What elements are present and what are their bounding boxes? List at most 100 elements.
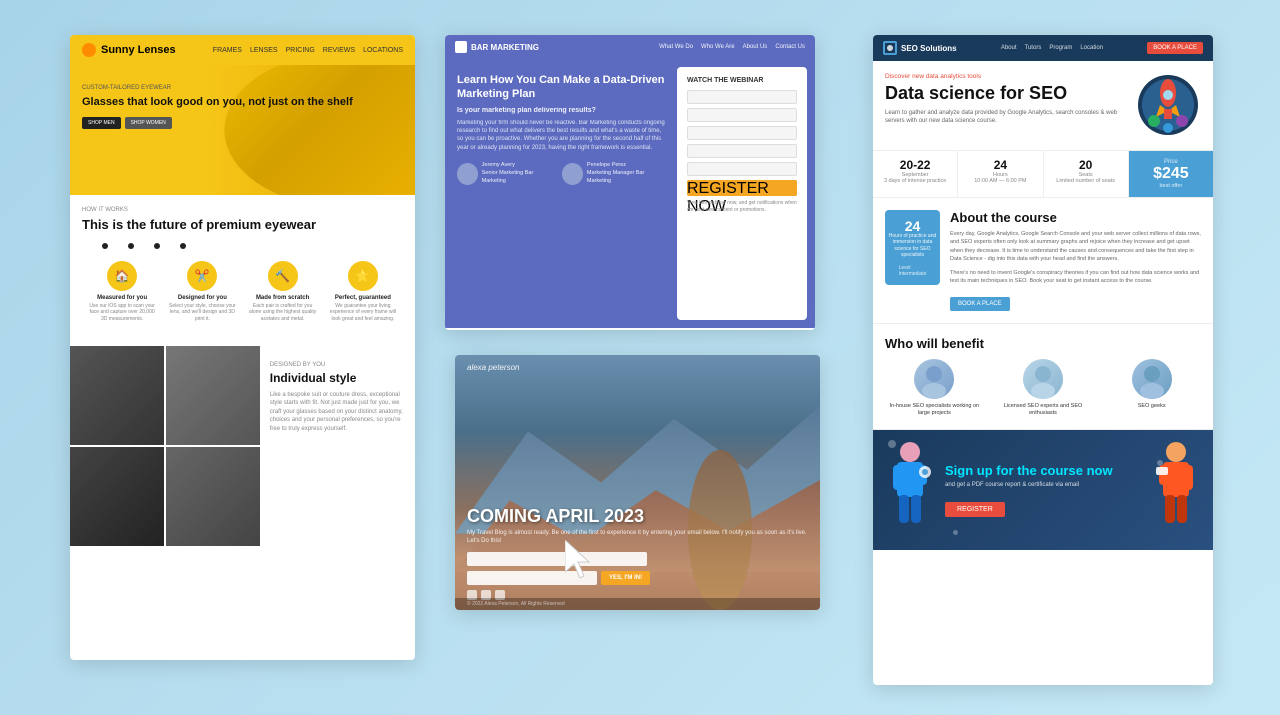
sunny-step-dots: [82, 243, 403, 249]
sunny-dot-2: [128, 243, 134, 249]
sunny-style-desc: Like a bespoke suit or couture dress, ex…: [270, 391, 405, 433]
seo-hero-headline: Data science for SEO: [885, 84, 1126, 104]
bar-marketing-panel: BAR MARKETING What We Do Who We Are Abou…: [445, 35, 815, 330]
seo-benefit-item-3: SEO geeks: [1102, 359, 1201, 417]
seo-benefit-avatar-2: [1023, 359, 1063, 399]
sunny-logo-text: Sunny Lenses: [101, 44, 176, 56]
seo-stat-dates-num: 20-22: [881, 159, 949, 172]
sunny-feature-title-1: Measured for you: [86, 295, 158, 301]
sunny-feature-1: 🏠 Measured for you Use our iOS app to sc…: [86, 261, 158, 323]
shop-men-button[interactable]: SHOP MEN: [82, 117, 121, 129]
sunny-nav-reviews[interactable]: REVIEWS: [323, 47, 355, 54]
seo-stat-dates-sub: 3 days of intense practice: [881, 178, 949, 184]
bar-nav-what[interactable]: What We Do: [659, 44, 693, 50]
sunny-feature-icon-4: ⭐: [348, 261, 378, 291]
sunny-dot-1: [102, 243, 108, 249]
seo-benefit-headline: Who will benefit: [885, 336, 1201, 351]
bar-nav-about[interactable]: About Us: [743, 44, 768, 50]
bar-headline: Learn How You Can Make a Data-Driven Mar…: [457, 73, 665, 102]
sunny-feature-4: ⭐ Perfect, guaranteed We guarantee your …: [327, 261, 399, 323]
seo-hero-text: Discover new data analytics tools Data s…: [885, 73, 1126, 126]
sunny-style-tag: DESIGNED BY YOU: [270, 362, 405, 368]
shop-women-button[interactable]: SHOP WOMEN: [125, 117, 172, 129]
sunny-feature-2: ✂️ Designed for you Select your style, c…: [166, 261, 238, 323]
seo-stat-seats-sub: Limited number of seats: [1052, 178, 1120, 184]
bar-input-industry[interactable]: [687, 162, 797, 176]
seo-benefit-label-2: Licensed SEO experts and SEO enthusiasts: [994, 403, 1093, 417]
rocket-icon: [1136, 73, 1201, 138]
bar-left-content: Learn How You Can Make a Data-Driven Mar…: [445, 59, 677, 328]
seo-signup-subtitle: and get a PDF course report & certificat…: [945, 482, 1141, 490]
seo-course-level-value: Intermediate: [899, 271, 927, 277]
bar-presenter-1: Jeremy Avery Senior Marketing Bar Market…: [457, 162, 554, 185]
seo-signup-text: Sign up for the course now and get a PDF…: [945, 463, 1141, 517]
sunny-feature-title-2: Designed for you: [166, 295, 238, 301]
travel-author-name: alexa peterson: [467, 363, 519, 372]
seo-dot-2: [953, 530, 958, 535]
seo-stat-seats: 20 Seats Limited number of seats: [1044, 151, 1129, 197]
seo-benefit-label-3: SEO geeks: [1102, 403, 1201, 410]
sunny-nav-locations[interactable]: LOCATIONS: [363, 47, 403, 54]
seo-solutions-panel: SEO Solutions About Tutors Program Locat…: [873, 35, 1213, 685]
bar-presenter-2: Penelope Perez Marketing Manager Bar Mar…: [562, 162, 665, 185]
sunny-nav-pricing[interactable]: PRICING: [286, 47, 315, 54]
bar-input-company[interactable]: [687, 126, 797, 140]
seo-nav-location[interactable]: Location: [1080, 45, 1103, 51]
sunny-feature-icon-3: 🔨: [268, 261, 298, 291]
travel-submit-button[interactable]: YES, I'M IN!: [601, 571, 650, 585]
sunny-nav-frames[interactable]: FRAMES: [213, 47, 242, 54]
seo-book-place-button[interactable]: BOOK A PLACE: [950, 297, 1010, 311]
bar-form-note: View this webinar now, and get notificat…: [687, 200, 797, 213]
sunny-photo-1: [70, 346, 164, 445]
bar-input-email[interactable]: [687, 108, 797, 122]
seo-benefit-avatar-1: [914, 359, 954, 399]
seo-nav-program[interactable]: Program: [1049, 45, 1072, 51]
seo-benefit-label-1: In-house SEO specialists working on larg…: [885, 403, 984, 417]
sunny-style-section: DESIGNED BY YOU Individual style Like a …: [70, 346, 415, 546]
cursor-arrow-icon: [565, 540, 593, 578]
sunny-header: Sunny Lenses FRAMES LENSES PRICING REVIE…: [70, 35, 415, 65]
seo-discover-tag: Discover new data analytics tools: [885, 73, 1126, 80]
sunny-logo: Sunny Lenses: [82, 43, 176, 57]
bar-register-button[interactable]: REGISTER NOW: [687, 180, 797, 196]
bar-subtitle: Is your marketing plan delivering result…: [457, 107, 665, 114]
travel-subtitle: My Travel Blog is almost ready. Be one o…: [467, 530, 808, 546]
bar-input-jobtitle[interactable]: [687, 144, 797, 158]
travel-background: alexa peterson COMING APRIL 2023 My Trav…: [455, 355, 820, 610]
bar-input-name[interactable]: [687, 90, 797, 104]
travel-name-input[interactable]: [467, 552, 647, 566]
seo-nav-about[interactable]: About: [1001, 45, 1017, 51]
sunny-nav-lenses[interactable]: LENSES: [250, 47, 278, 54]
seo-nav-tutors[interactable]: Tutors: [1025, 45, 1042, 51]
sunny-feature-desc-4: We guarantee your living experience of e…: [327, 303, 399, 323]
bar-body-text: Marketing your firm should never be reac…: [457, 119, 665, 153]
seo-signup-section: Sign up for the course now and get a PDF…: [873, 430, 1213, 550]
seo-course-level: Level Intermediate: [899, 265, 927, 277]
seo-logo-icon: [883, 41, 897, 55]
bar-nav-who[interactable]: Who We Are: [701, 44, 735, 50]
sunny-style-text: DESIGNED BY YOU Individual style Like a …: [260, 346, 415, 546]
sunny-photo-4: [166, 447, 260, 546]
seo-book-button[interactable]: BOOK A PLACE: [1147, 42, 1203, 54]
sunny-section-headline: This is the future of premium eyewear: [82, 217, 403, 233]
bar-presenter-name-2: Penelope Perez: [587, 162, 665, 170]
seo-benefit-section: Who will benefit In-house SEO specialist…: [873, 324, 1213, 430]
bar-header: BAR MARKETING What We Do Who We Are Abou…: [445, 35, 815, 59]
seo-register-button[interactable]: REGISTER: [945, 502, 1005, 517]
seo-stat-hours-sub: 10:00 AM — 6:00 PM: [966, 178, 1034, 184]
seo-hero-description: Learn to gather and analyze data provide…: [885, 109, 1126, 126]
bar-logo: BAR MARKETING: [455, 41, 539, 53]
seo-benefit-avatar-3: [1132, 359, 1172, 399]
seo-nav: About Tutors Program Location: [1001, 45, 1103, 51]
bar-logo-text: BAR MARKETING: [471, 43, 539, 52]
sunny-hero-text: CUSTOM-TAILORED EYEWEAR Glasses that loo…: [82, 85, 353, 129]
sunny-feature-3: 🔨 Made from scratch Each pair is crafted…: [247, 261, 319, 323]
sunny-dot-4: [180, 243, 186, 249]
bar-nav-contact[interactable]: Contact Us: [775, 44, 805, 50]
seo-figure-left: [885, 437, 935, 542]
seo-course-section: 24 Hours of practice and immersion in da…: [873, 198, 1213, 324]
bar-presenters: Jeremy Avery Senior Marketing Bar Market…: [457, 162, 665, 185]
seo-person-left-icon: [885, 437, 935, 537]
seo-course-headline: About the course: [950, 210, 1201, 225]
sunny-hero-headline: Glasses that look good on you, not just …: [82, 95, 353, 109]
